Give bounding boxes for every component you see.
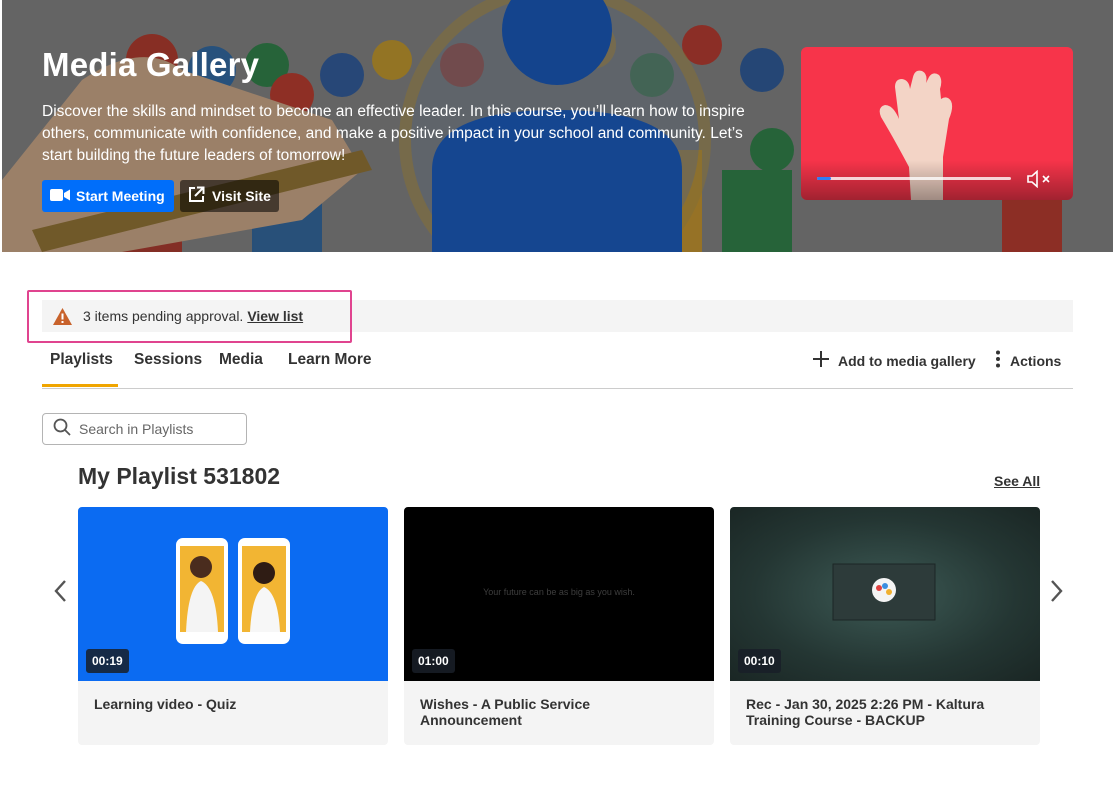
see-all-link[interactable]: See All [994,473,1040,489]
playlist-title: My Playlist 531802 [78,463,281,489]
start-meeting-button[interactable]: Start Meeting [42,180,174,212]
add-to-media-gallery-label: Add to media gallery [838,352,976,369]
card-title: Learning video - Quiz [94,696,237,712]
plus-icon [812,350,830,371]
hero-description: Discover the skills and mindset to becom… [42,103,745,164]
alert-message: 3 items pending approval. [83,308,244,324]
active-tab-indicator [42,384,118,387]
visit-site-label: Visit Site [212,188,271,204]
hero-banner: Media Gallery Discover the skills and mi… [2,0,1113,252]
hero-video-player[interactable] [801,47,1073,200]
thumbnail-caption: Your future can be as big as you wish. [483,587,635,597]
chevron-right-icon[interactable] [1045,576,1067,606]
visit-site-button[interactable]: Visit Site [180,180,279,212]
tab-media[interactable]: Media [219,351,263,369]
search-box[interactable] [42,413,247,445]
warning-icon [52,307,73,326]
card-title: Wishes - A Public Service Announcement [420,696,591,728]
chevron-left-icon[interactable] [50,576,72,606]
duration-badge: 01:00 [412,649,455,673]
video-thumbnail: 00:10 [730,507,1040,681]
mute-icon[interactable] [1026,169,1056,189]
duration-badge: 00:10 [738,649,781,673]
duration-badge: 00:19 [86,649,129,673]
card-title: Rec - Jan 30, 2025 2:26 PM - Kaltura Tra… [746,696,985,728]
video-progress-bar[interactable] [817,177,1011,180]
view-list-link[interactable]: View list [247,308,303,324]
playlist-card[interactable]: 00:10 Rec - Jan 30, 2025 2:26 PM - Kaltu… [730,507,1040,745]
playlist-card[interactable]: 00:19 Learning video - Quiz [78,507,388,745]
actions-menu-button[interactable]: Actions [994,350,1061,371]
external-link-icon [188,186,205,206]
page-title: Media Gallery [42,46,260,83]
video-progress-fill [817,177,831,180]
start-meeting-label: Start Meeting [76,188,165,204]
search-icon [53,418,71,441]
tab-learn-more[interactable]: Learn More [288,351,372,369]
tab-playlists[interactable]: Playlists [50,351,113,369]
video-thumbnail: 00:19 [78,507,388,681]
add-to-media-gallery-button[interactable]: Add to media gallery [812,350,976,371]
tab-sessions[interactable]: Sessions [134,351,202,369]
search-input[interactable] [79,421,239,437]
tab-bar: Playlists Sessions Media Learn More Add … [42,338,1073,389]
actions-label: Actions [1010,352,1062,369]
video-thumbnail: Your future can be as big as you wish. 0… [404,507,714,681]
pending-approval-alert: 3 items pending approval. View list [42,300,1073,332]
playlist-card[interactable]: Your future can be as big as you wish. 0… [404,507,714,745]
more-vertical-icon [994,350,1002,371]
video-camera-icon [50,188,70,205]
